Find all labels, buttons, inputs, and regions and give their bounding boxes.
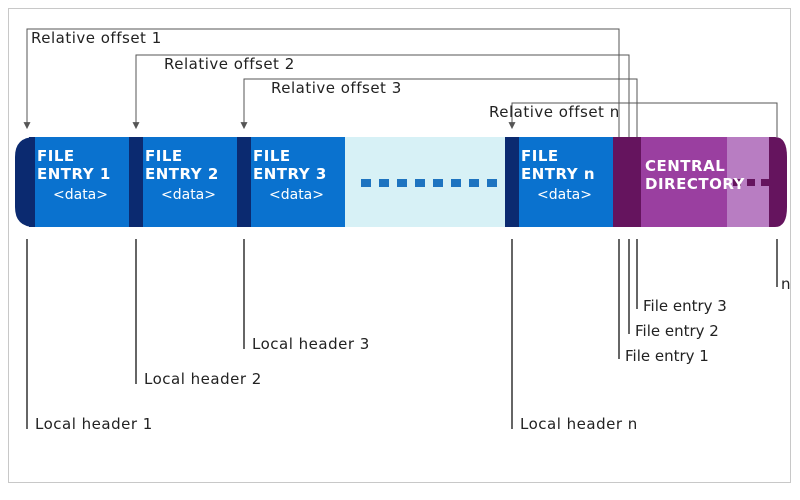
- local-header-3: [237, 137, 251, 227]
- cd-entry-2: [627, 137, 635, 227]
- zip-layout-diagram: FILE ENTRY 1 <data> FILE ENTRY 2 <data> …: [9, 9, 792, 484]
- cd-file-entry-n-label: n: [781, 275, 791, 293]
- entry1-line2: ENTRY 1: [37, 165, 111, 183]
- entry3-line2: ENTRY 3: [253, 165, 327, 183]
- offset-2-label: Relative offset 2: [164, 55, 295, 73]
- entry2-line2: ENTRY 2: [145, 165, 219, 183]
- cd-entry-n: [769, 137, 787, 227]
- offset-1-label: Relative offset 1: [31, 29, 162, 47]
- cd-entry-3: [635, 137, 641, 227]
- cd-file-entry-1-label: File entry 1: [625, 347, 709, 365]
- offset-3-label: Relative offset 3: [271, 79, 402, 97]
- local-header-1-label: Local header 1: [35, 415, 153, 433]
- entry2-line1: FILE: [145, 147, 183, 165]
- entryn-line1: FILE: [521, 147, 559, 165]
- local-header-n: [505, 137, 519, 227]
- cd-file-entry-2-label: File entry 2: [635, 322, 719, 340]
- entry3-data: <data>: [269, 187, 324, 203]
- entry3-line1: FILE: [253, 147, 291, 165]
- file-bar: FILE ENTRY 1 <data> FILE ENTRY 2 <data> …: [15, 137, 787, 227]
- local-header-3-label: Local header 3: [252, 335, 370, 353]
- diagram-frame: FILE ENTRY 1 <data> FILE ENTRY 2 <data> …: [8, 8, 791, 483]
- cd-entry-labels: File entry 1 File entry 2 File entry 3 n: [619, 239, 791, 365]
- entry1-data: <data>: [53, 187, 108, 203]
- entry1-line1: FILE: [37, 147, 75, 165]
- cd-file-entry-3-label: File entry 3: [643, 297, 727, 315]
- entryn-data: <data>: [537, 187, 592, 203]
- cd-line2: DIRECTORY: [645, 175, 746, 193]
- entry2-data: <data>: [161, 187, 216, 203]
- offset-arrows: Relative offset 1 Relative offset 2 Rela…: [27, 29, 777, 137]
- cd-line1: CENTRAL: [645, 157, 725, 175]
- local-header-n-label: Local header n: [520, 415, 638, 433]
- local-header-2-label: Local header 2: [144, 370, 262, 388]
- local-header-labels: Local header 1 Local header 2 Local head…: [27, 239, 638, 433]
- offset-n-label: Relative offset n: [489, 103, 620, 121]
- cd-entry-1: [613, 137, 627, 227]
- local-header-2: [129, 137, 143, 227]
- entryn-line2: ENTRY n: [521, 165, 595, 183]
